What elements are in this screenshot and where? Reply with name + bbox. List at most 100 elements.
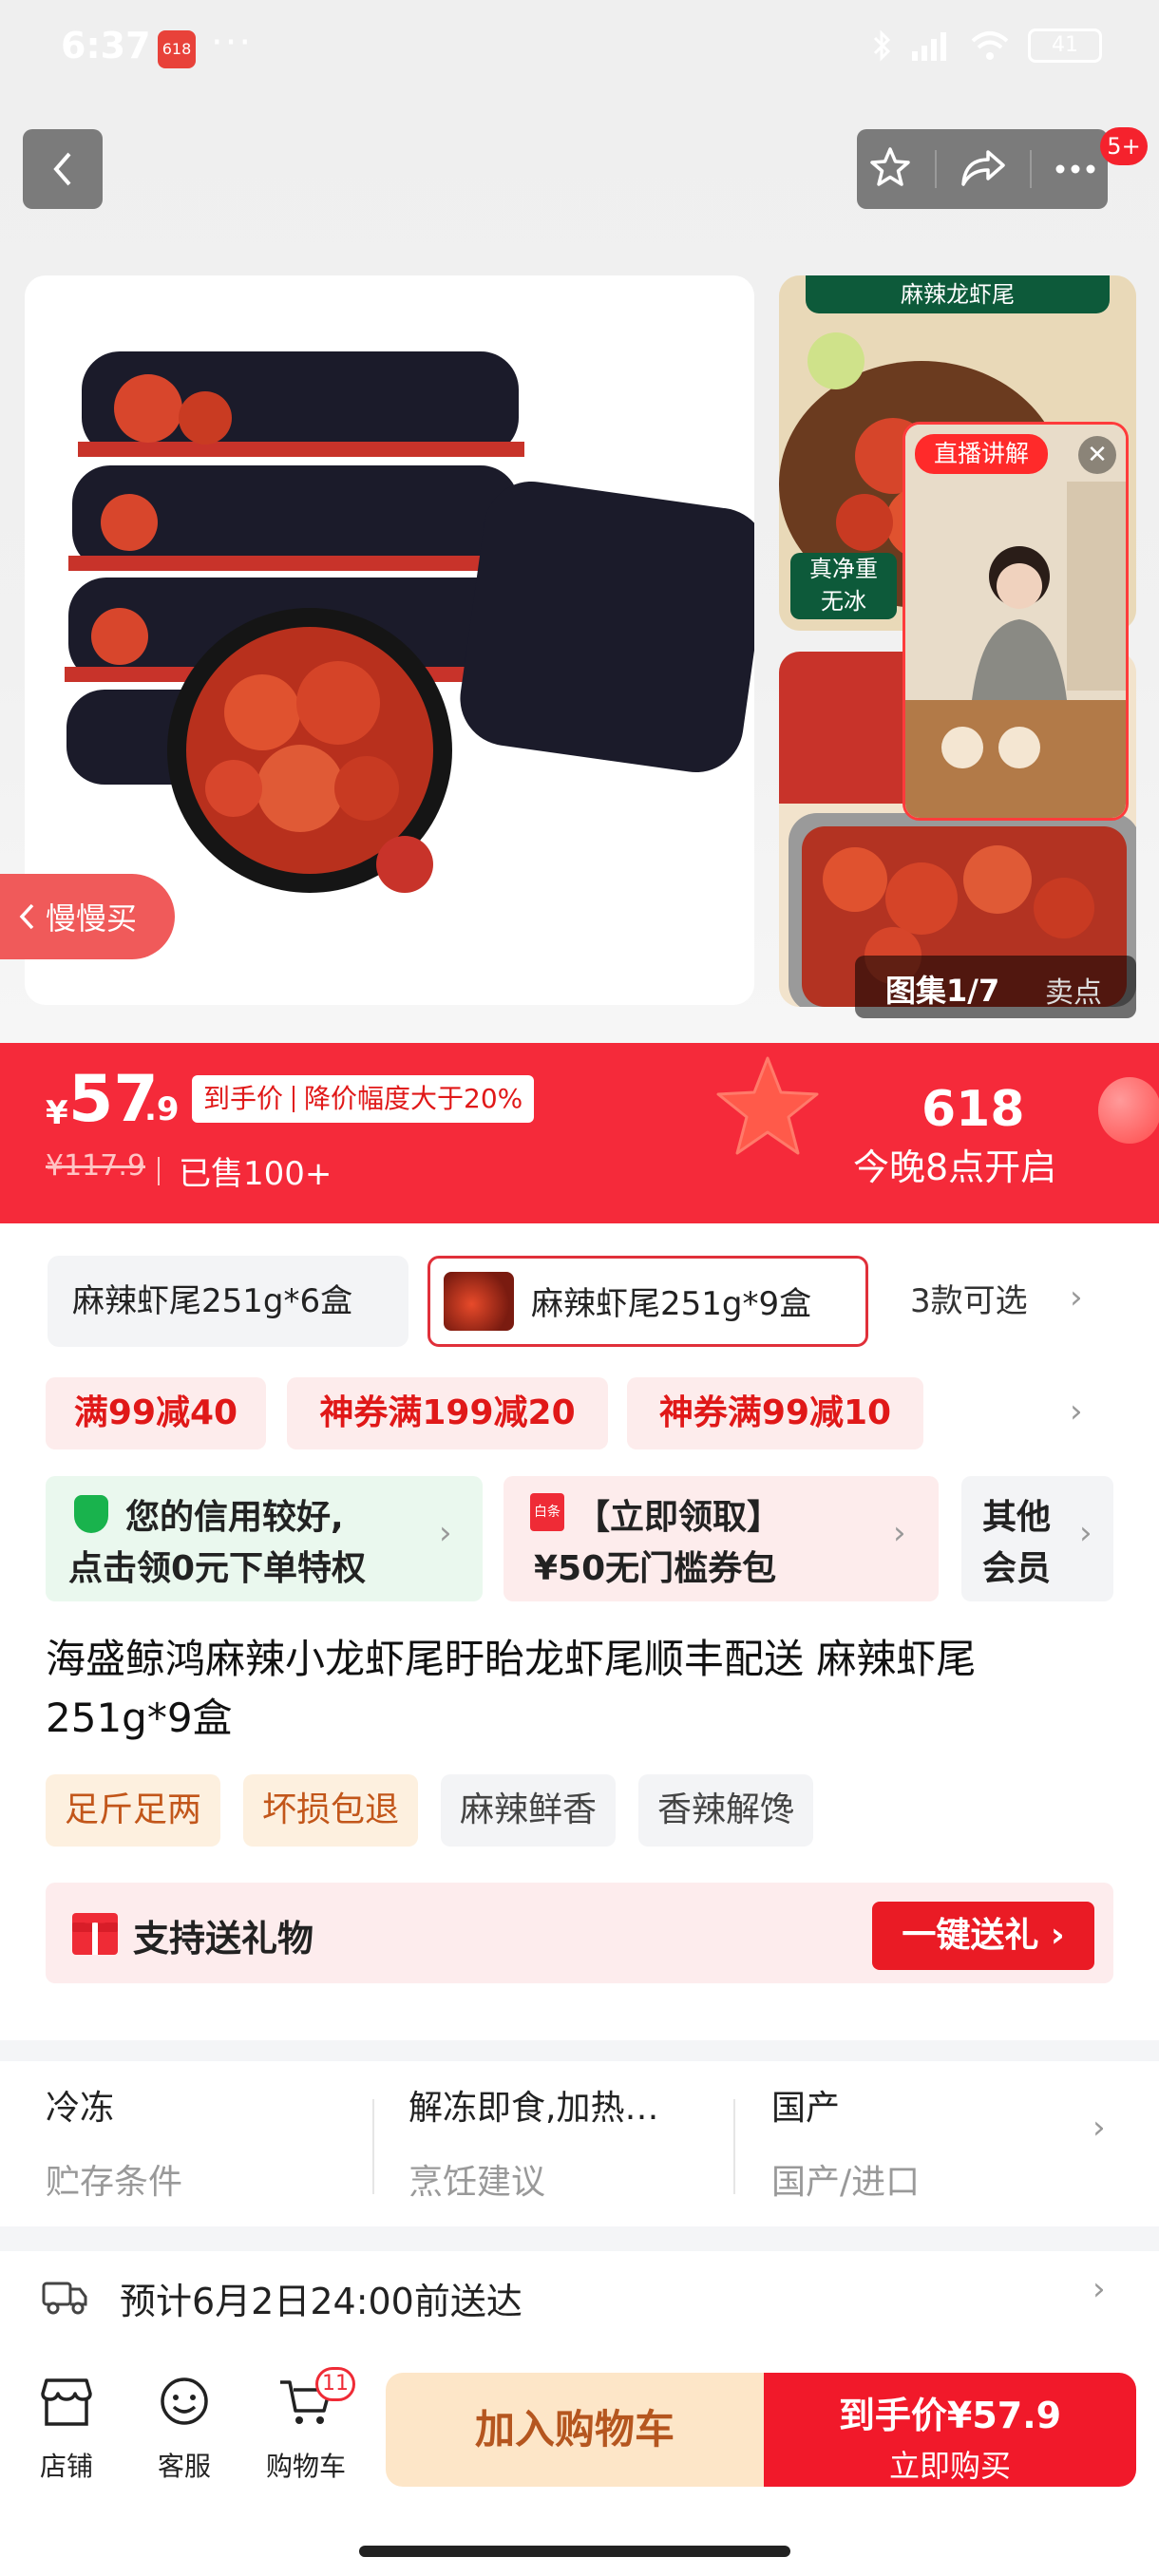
gift-label: 支持送礼物 [133, 1918, 314, 1960]
cart-label: 购物车 [265, 2451, 346, 2482]
coupon-chip[interactable]: 神券满199减20 [287, 1377, 608, 1449]
thumbnail-tag-line: 真净重 [809, 556, 878, 582]
star-outline-icon [870, 147, 910, 186]
send-gift-button[interactable]: 一键送礼 › [872, 1902, 1094, 1970]
gallery-counter[interactable]: 图集1/7 卖点 [855, 956, 1136, 1018]
sold-count: 已售100+ [179, 1155, 332, 1193]
chevron-right-icon: › [893, 1514, 906, 1552]
buy-now-price: 到手价¥57.9 [838, 2395, 1062, 2436]
back-button[interactable] [23, 129, 103, 209]
live-stream-preview [905, 425, 1126, 818]
delivery-row[interactable]: 预计6月2日24:00前送达 淮安市 出 址 发 货 包 邮 › [0, 2251, 1159, 2365]
cart-button[interactable]: 11 购物车 [258, 2367, 355, 2484]
spec-value: 解冻即食,加热… [408, 2089, 659, 2128]
ellipsis-icon [1055, 164, 1095, 173]
slow-buy-button[interactable]: 慢慢买 [0, 874, 175, 959]
spec-divider [372, 2099, 374, 2194]
variant-label: 麻辣虾尾251g*9盒 [531, 1285, 812, 1323]
more-button[interactable] [1054, 161, 1096, 179]
spec-row[interactable]: 冷冻 贮存条件 解冻即食,加热… 烹饪建议 国产 国产/进口 › [0, 2061, 1159, 2226]
original-price: ¥117.9 [46, 1149, 145, 1183]
spec-origin: 国产 国产/进口 [771, 2080, 1094, 2204]
spec-value: 国产 [771, 2089, 841, 2128]
chevron-right-icon: › [1092, 2270, 1106, 2308]
live-stream-window[interactable]: 直播讲解 ✕ [902, 422, 1129, 821]
status-time: 6:37 [61, 25, 151, 66]
coupon-chip[interactable]: 满99减40 [46, 1377, 266, 1449]
chevron-right-icon: › [1079, 1514, 1092, 1552]
nav-divider [1030, 150, 1032, 188]
coupon-chip[interactable]: 神券满99减10 [627, 1377, 923, 1449]
chevron-right-icon: › [1092, 2109, 1106, 2147]
buy-now-button[interactable]: 到手价¥57.9 立即购买 [764, 2373, 1136, 2487]
member-line: 会员 [982, 1549, 1052, 1588]
sold-divider [158, 1157, 160, 1185]
chevron-left-icon [53, 152, 71, 186]
thumbnail-tag: 真净重 无冰 [790, 553, 897, 619]
status-indicators: 41 [872, 28, 1102, 63]
live-label: 直播讲解 [915, 434, 1048, 474]
balloon-decoration-icon [1098, 1077, 1159, 1144]
customer-service-button[interactable]: 客服 [137, 2377, 232, 2484]
chevron-right-icon[interactable]: › [1070, 1392, 1083, 1430]
price-chip: 到手价 降价幅度大于20% [192, 1075, 535, 1123]
feature-tag[interactable]: 麻辣鲜香 [441, 1774, 617, 1847]
spec-divider [733, 2099, 735, 2194]
selling-points-tab[interactable]: 卖点 [1045, 969, 1102, 1011]
final-price-label: 到手价 [203, 1083, 284, 1114]
truck-icon [42, 2282, 87, 2315]
variant-count[interactable]: 3款可选 [910, 1256, 1028, 1347]
spec-key: 国产/进口 [771, 2163, 921, 2202]
status-bar: 6:37 618 ··· 41 [0, 0, 1159, 104]
spec-cooking: 解冻即食,加热… 烹饪建议 [408, 2080, 732, 2204]
event-name: 618 [922, 1081, 1025, 1138]
coupon-pack-icon: 白条 [530, 1493, 564, 1531]
price-banner: ¥ 57 .9 到手价 降价幅度大于20% ¥117.9 已售100+ 618 … [0, 1043, 1159, 1223]
event-time: 今晚8点开启 [853, 1146, 1057, 1188]
share-button[interactable] [960, 146, 1007, 192]
credit-promo-card[interactable]: 您的信用较好, 点击领0元下单特权 › [46, 1476, 483, 1601]
chevron-left-icon [19, 903, 34, 930]
bluetooth-icon [873, 29, 891, 62]
shop-button[interactable]: 店铺 [19, 2377, 114, 2484]
close-icon[interactable]: ✕ [1078, 436, 1116, 474]
spec-value: 冷冻 [46, 2089, 115, 2128]
nav-divider [935, 150, 937, 188]
member-card[interactable]: 其他 会员 › [961, 1476, 1113, 1601]
home-indicator[interactable] [359, 2546, 790, 2557]
gallery-count: 图集1/7 [885, 973, 1000, 1009]
credit-promo-line: 您的信用较好, [125, 1498, 344, 1537]
shop-icon [41, 2378, 92, 2426]
customer-service-label: 客服 [157, 2451, 211, 2482]
product-tags: 足斤足两 坏损包退 麻辣鲜香 香辣解馋 [46, 1774, 814, 1847]
coupon-pack-line: ¥50无门槛券包 [534, 1549, 777, 1588]
service-tag[interactable]: 坏损包退 [243, 1774, 419, 1847]
chevron-right-icon[interactable]: › [1070, 1279, 1083, 1316]
service-tag[interactable]: 足斤足两 [46, 1774, 221, 1847]
spec-storage: 冷冻 贮存条件 [46, 2080, 369, 2204]
slow-buy-label: 慢慢买 [46, 900, 138, 937]
chevron-right-icon: › [439, 1514, 452, 1552]
variant-thumbnail [444, 1272, 514, 1331]
variant-option[interactable]: 麻辣虾尾251g*6盒 [48, 1256, 408, 1347]
bottom-action-bar: 店铺 客服 11 购物车 加入购物车 到手价¥57.9 立即购买 [0, 2356, 1159, 2576]
coupon-pack-card[interactable]: 白条 【立即领取】 ¥50无门槛券包 › [504, 1476, 939, 1601]
credit-promo-line: 点击领0元下单特权 [68, 1549, 367, 1588]
shop-label: 店铺 [39, 2451, 93, 2482]
favorite-button[interactable] [868, 145, 912, 193]
add-to-cart-button[interactable]: 加入购物车 [386, 2373, 764, 2487]
variant-label: 麻辣虾尾251g*6盒 [72, 1282, 353, 1320]
price-drop-label: 降价幅度大于20% [304, 1083, 523, 1114]
shield-icon [74, 1495, 108, 1533]
message-badge: 5+ [1100, 127, 1148, 165]
buy-now-label: 立即购买 [888, 2448, 1011, 2484]
spec-key: 烹饪建议 [408, 2163, 546, 2202]
wifi-icon [971, 31, 1009, 60]
delivery-estimate: 预计6月2日24:00前送达 [120, 2281, 522, 2322]
variant-option-selected[interactable]: 麻辣虾尾251g*9盒 [428, 1256, 868, 1347]
nav-actions [857, 129, 1108, 209]
price-currency: ¥ [46, 1094, 68, 1132]
share-arrow-icon [961, 150, 1005, 186]
feature-tag[interactable]: 香辣解馋 [638, 1774, 814, 1847]
cart-count-badge: 11 [315, 2367, 355, 2401]
